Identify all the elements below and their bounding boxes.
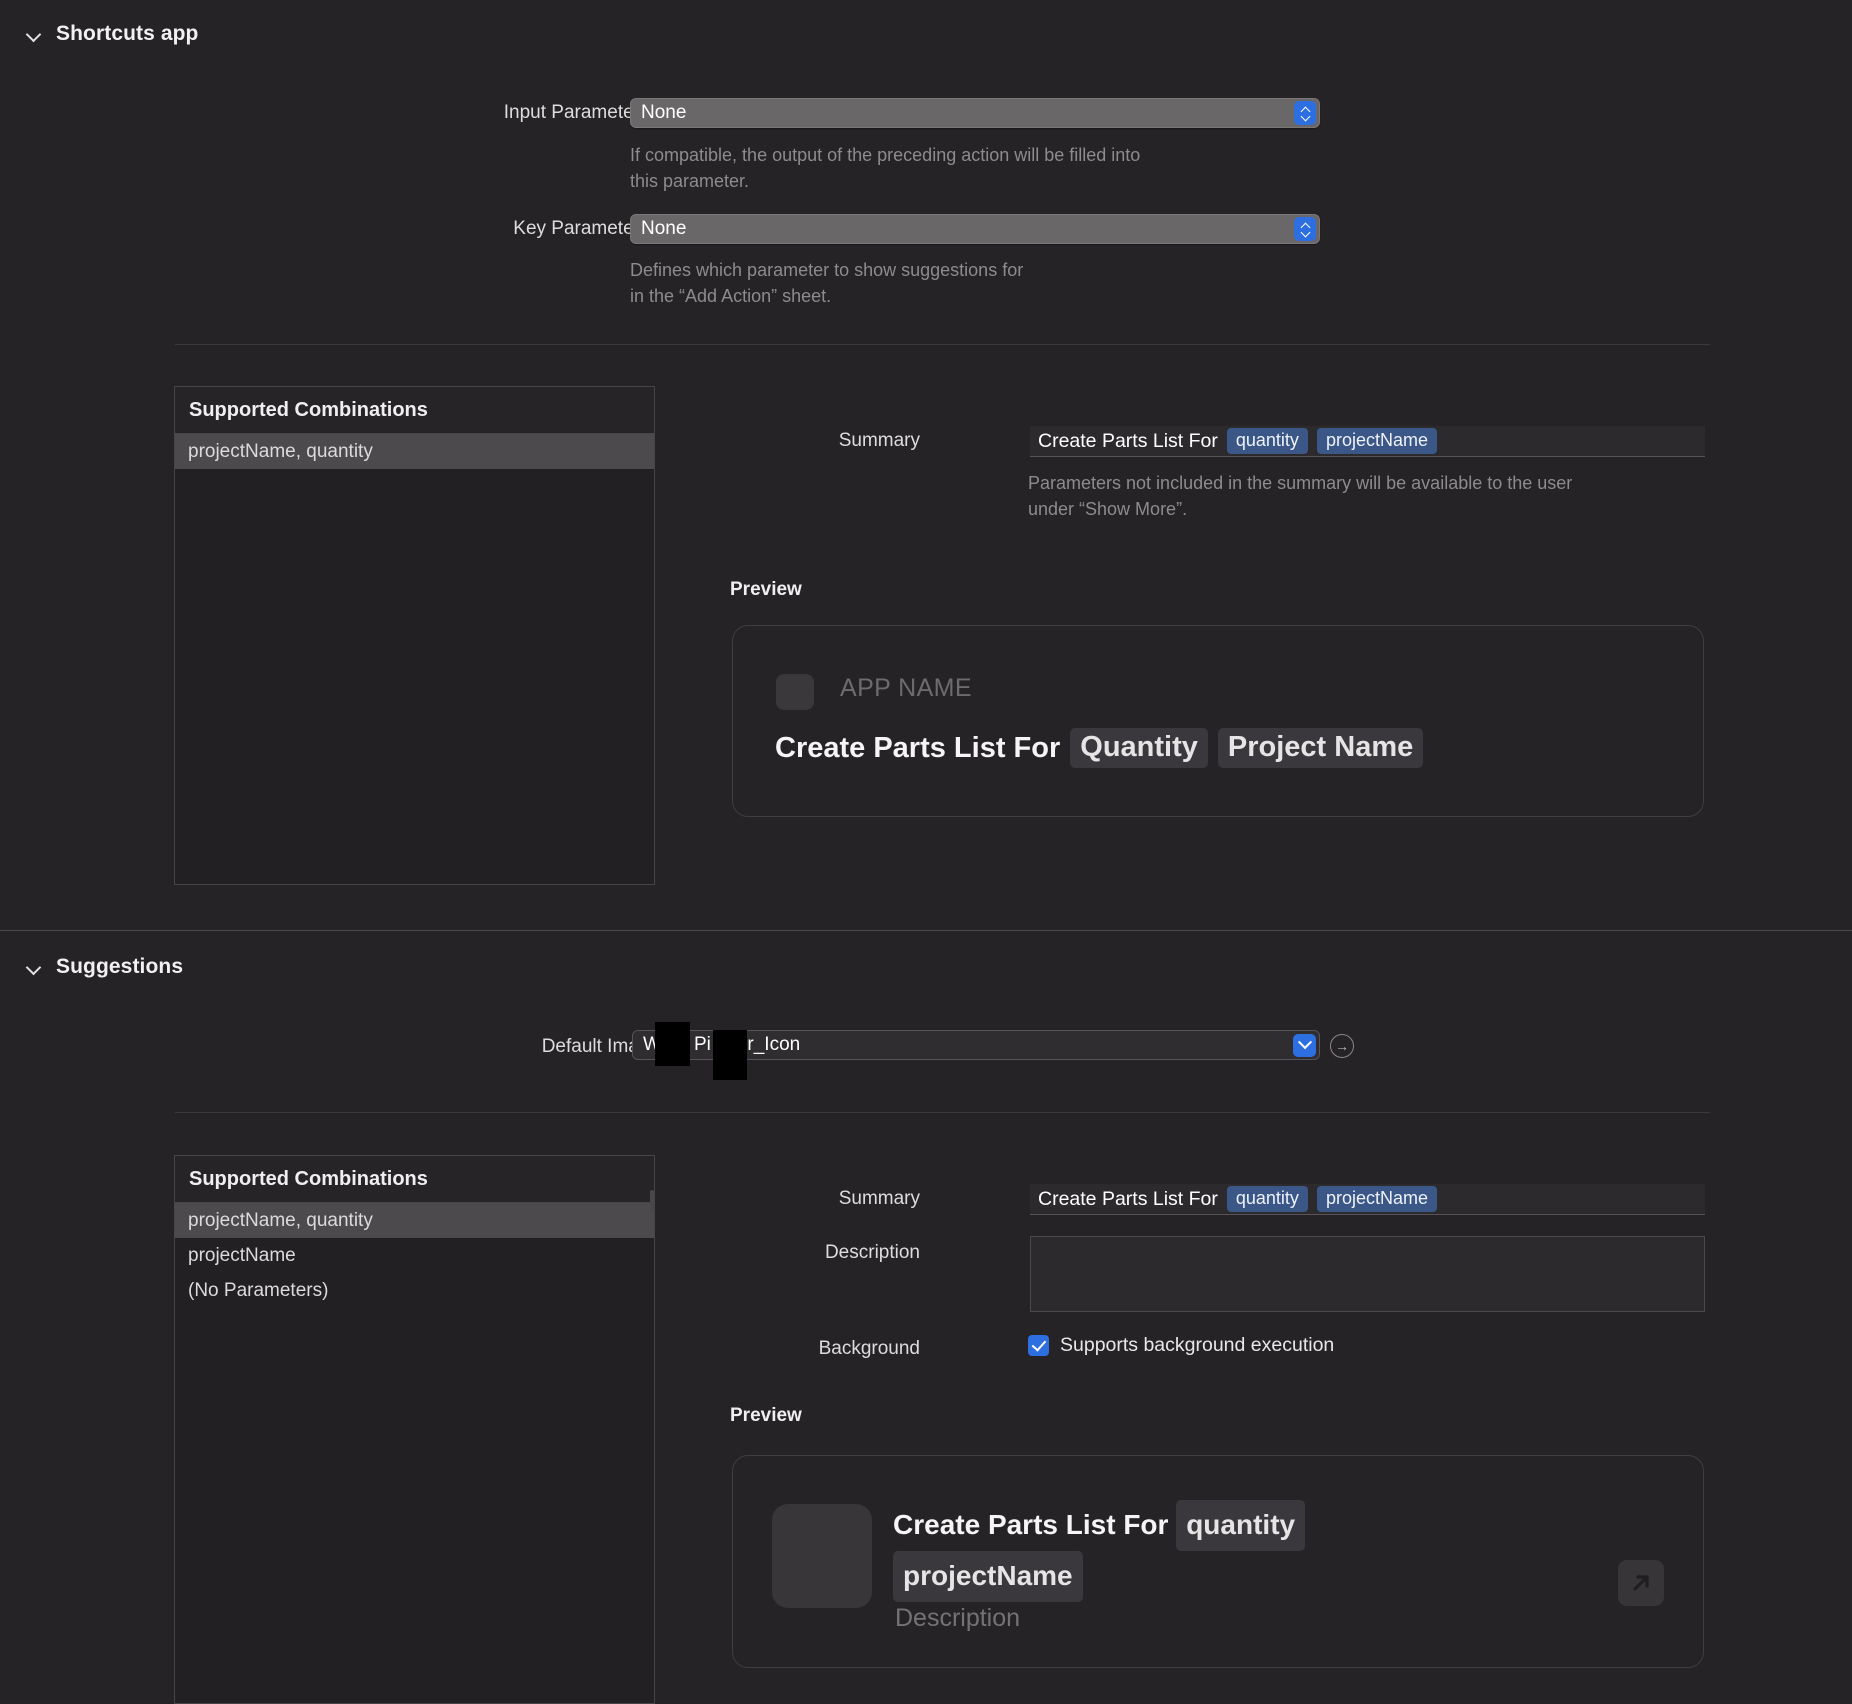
- summary-label-shortcuts: Summary: [838, 430, 920, 451]
- preview-chip-quantity: quantity: [1176, 1500, 1306, 1551]
- background-label: Background: [818, 1338, 920, 1359]
- summary-label-suggestions: Summary: [838, 1188, 920, 1209]
- description-field[interactable]: [1030, 1236, 1705, 1312]
- preview-card-shortcuts: APP NAME Create Parts List For Quantity …: [732, 625, 1704, 817]
- key-parameter-label: Key Parameter: [513, 218, 640, 239]
- section-shortcuts-app: Shortcuts app: [0, 22, 1852, 46]
- app-icon-placeholder: [776, 674, 814, 710]
- preview-headline-shortcuts: Create Parts List For Quantity Project N…: [775, 728, 1424, 768]
- summary-token-quantity[interactable]: quantity: [1226, 1186, 1308, 1212]
- preview-chip-projectname: projectName: [893, 1551, 1083, 1602]
- preview-app-name: APP NAME: [840, 674, 972, 702]
- stepper-up-down-icon[interactable]: [1294, 101, 1316, 125]
- input-parameter-help: If compatible, the output of the precedi…: [630, 145, 1141, 191]
- checkbox-checked-icon[interactable]: [1028, 1335, 1049, 1356]
- circle-arrow-right-icon[interactable]: →: [1330, 1034, 1354, 1058]
- redaction-block: [713, 1030, 747, 1080]
- preview-headline-prefix: Create Parts List For: [775, 731, 1061, 764]
- preview-text-block: Create Parts List For quantity projectNa…: [893, 1500, 1453, 1602]
- stepper-up-down-icon[interactable]: [1294, 217, 1316, 241]
- divider-sections: [0, 930, 1852, 931]
- preview-headline-prefix: Create Parts List For: [893, 1509, 1169, 1540]
- chevron-down-icon[interactable]: [1293, 1033, 1316, 1057]
- supported-combinations-list-suggestions[interactable]: Supported Combinations projectName, quan…: [174, 1155, 655, 1704]
- disclosure-shortcuts-app[interactable]: Shortcuts app: [0, 22, 1852, 46]
- summary-token-projectname[interactable]: projectName: [1316, 1186, 1437, 1212]
- preview-title-shortcuts: Preview: [730, 579, 802, 600]
- key-parameter-value: None: [641, 218, 687, 239]
- section-title-suggestions: Suggestions: [56, 955, 184, 978]
- summary-field-shortcuts[interactable]: Create Parts List For quantity projectNa…: [1030, 426, 1705, 457]
- input-parameter-value: None: [641, 102, 687, 123]
- section-title-shortcuts-app: Shortcuts app: [56, 22, 199, 45]
- preview-chip-project-name: Project Name: [1217, 728, 1424, 768]
- input-parameter-select[interactable]: None: [630, 98, 1320, 128]
- preview-card-suggestions: Create Parts List For quantity projectNa…: [732, 1455, 1704, 1668]
- section-suggestions: Suggestions: [0, 955, 1852, 979]
- summary-prefix-text: Create Parts List For: [1038, 1187, 1218, 1210]
- summary-field-suggestions[interactable]: Create Parts List For quantity projectNa…: [1030, 1184, 1705, 1215]
- default-image-label: Default Image: [541, 1036, 660, 1057]
- preview-description-placeholder: Description: [895, 1604, 1021, 1632]
- summary-help-shortcuts: Parameters not included in the summary w…: [1028, 473, 1573, 519]
- divider-shortcuts-top: [175, 344, 1710, 345]
- chevron-down-icon[interactable]: [26, 958, 44, 976]
- chevron-down-icon[interactable]: [26, 25, 44, 43]
- supported-combinations-list-shortcuts[interactable]: Supported Combinations projectName, quan…: [174, 386, 655, 885]
- divider-suggestions-top: [175, 1112, 1710, 1113]
- preview-chip-quantity: Quantity: [1070, 728, 1208, 768]
- summary-token-projectname[interactable]: projectName: [1316, 428, 1437, 454]
- background-checkbox-label: Supports background execution: [1060, 1334, 1335, 1356]
- preview-title-suggestions: Preview: [730, 1405, 802, 1426]
- arrow-up-right-icon[interactable]: [1618, 1560, 1664, 1606]
- redaction-block: [655, 1022, 690, 1066]
- summary-prefix-text: Create Parts List For: [1038, 429, 1218, 452]
- preview-headline-suggestions: Create Parts List For quantity projectNa…: [893, 1500, 1453, 1602]
- key-parameter-select[interactable]: None: [630, 214, 1320, 244]
- input-parameter-label: Input Parameter: [503, 102, 640, 123]
- background-execution-checkbox-row[interactable]: Supports background execution: [1028, 1334, 1334, 1357]
- list-item[interactable]: (No Parameters): [175, 1273, 654, 1308]
- description-label: Description: [824, 1242, 920, 1263]
- supported-combinations-header: Supported Combinations: [175, 387, 654, 434]
- disclosure-suggestions[interactable]: Suggestions: [0, 955, 1852, 979]
- app-icon-placeholder: [772, 1504, 872, 1608]
- key-parameter-help: Defines which parameter to show suggesti…: [630, 260, 1024, 306]
- summary-token-quantity[interactable]: quantity: [1226, 428, 1308, 454]
